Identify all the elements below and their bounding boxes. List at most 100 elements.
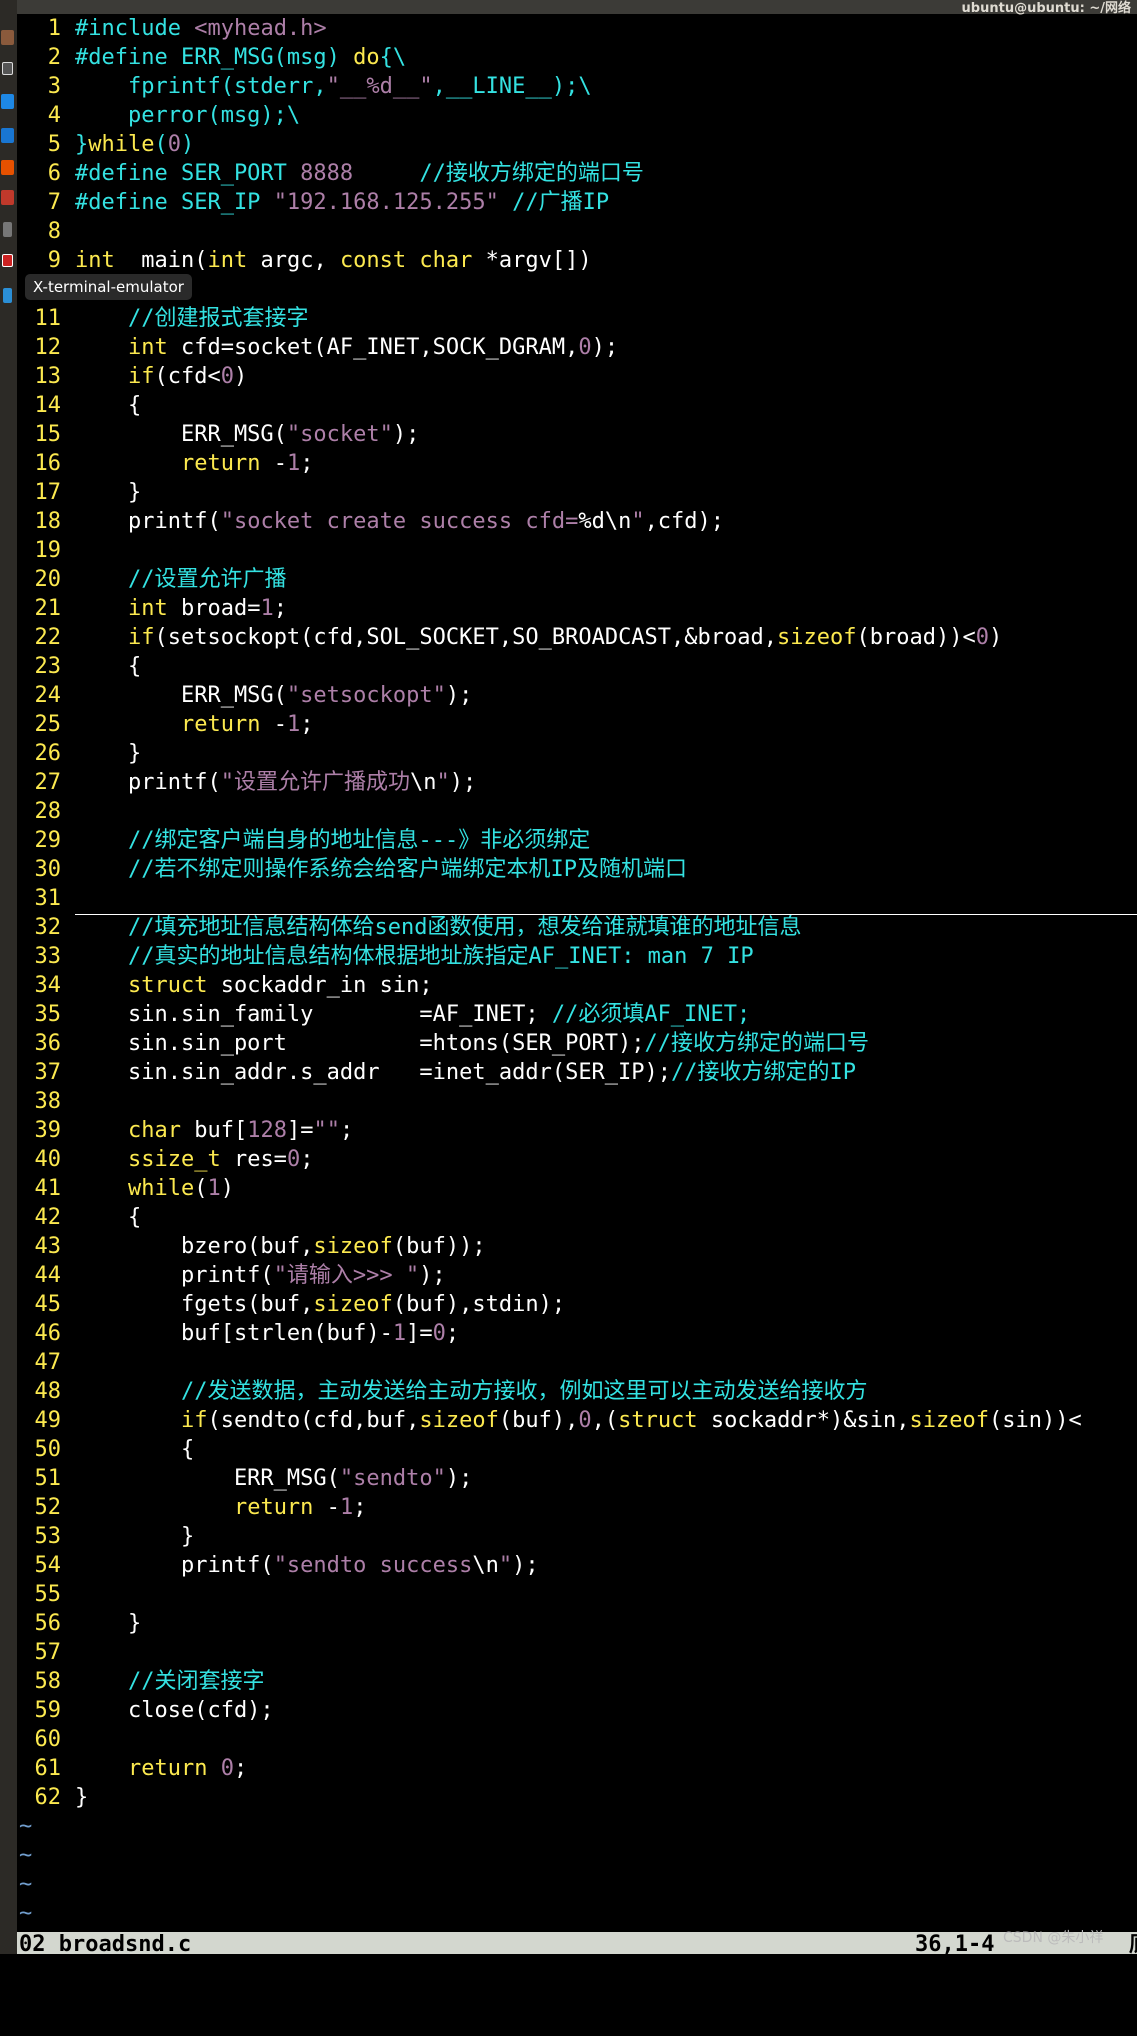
code-line[interactable]: 22 if(setsockopt(cfd,SOL_SOCKET,SO_BROAD… [17,623,1137,652]
code-line[interactable]: 4 perror(msg);\ [17,101,1137,130]
code-line[interactable]: 51 ERR_MSG("sendto"); [17,1464,1137,1493]
code-token: 1 [392,1321,407,1346]
code-line[interactable]: 23 { [17,652,1137,681]
code-line[interactable]: 3 fprintf(stderr,"__%d__",__LINE__);\ [17,72,1137,101]
code-line[interactable]: 50 { [17,1435,1137,1464]
vim-editor[interactable]: 1 #include <myhead.h> 2 #define ERR_MSG(msg… [17,14,1137,1932]
code-line[interactable]: 46 buf[strlen(buf)-1]=0; [17,1319,1137,1348]
code-line[interactable]: 1 #include <myhead.h> [17,14,1137,43]
code-line[interactable]: 43 bzero(buf,sizeof(buf)); [17,1232,1137,1261]
code-line[interactable]: 48 //发送数据，主动发送给主动方接收，例如这里可以主动发送给接收方 [17,1377,1137,1406]
code-line[interactable]: 55 [17,1580,1137,1609]
code-line[interactable]: 61 return 0; [17,1754,1137,1783]
code-line[interactable]: 26 } [17,739,1137,768]
code-token: ; [233,1756,248,1781]
code-line[interactable]: 39 char buf[128]=""; [17,1116,1137,1145]
code-line[interactable]: 17 } [17,478,1137,507]
code-line[interactable]: 28 [17,797,1137,826]
files-icon[interactable] [1,30,14,45]
code-line[interactable]: 49 if(sendto(cfd,buf,sizeof(buf),0,(stru… [17,1406,1137,1435]
code-line[interactable]: 32 //填充地址信息结构体给send函数使用，想发给谁就填谁的地址信息 [17,913,1137,942]
code-line[interactable]: 18 printf("socket create success cfd=%d\… [17,507,1137,536]
code-line[interactable]: 44 printf("请输入>>> "); [17,1261,1137,1290]
code-token: buf[ [180,1118,248,1143]
code-line[interactable]: 7 #define SER_IP "192.168.125.255" //广播IP [17,188,1137,217]
store-icon[interactable] [1,190,14,205]
line-number: 6 [47,161,61,186]
code-token: "设置允许广播成功 [220,770,410,795]
code-line[interactable]: 56 } [17,1609,1137,1638]
settings-icon[interactable] [3,222,12,237]
code-line[interactable]: 37 sin.sin_addr.s_addr =inet_addr(SER_IP… [17,1058,1137,1087]
window-icon[interactable] [2,62,13,75]
code-token: sockaddr*)&sin, [697,1408,910,1433]
code-line[interactable]: 12 int cfd=socket(AF_INET,SOCK_DGRAM,0); [17,333,1137,362]
code-line[interactable]: 30 //若不绑定则操作系统会给客户端绑定本机IP及随机端口 [17,855,1137,884]
code-line[interactable]: 16 return -1; [17,449,1137,478]
code-line[interactable]: 24 ERR_MSG("setsockopt"); [17,681,1137,710]
code-token: struct [127,973,208,998]
code-line[interactable]: 59 close(cfd); [17,1696,1137,1725]
code-text: //设置允许广播 [75,565,287,594]
code-line[interactable]: 47 [17,1348,1137,1377]
code-line[interactable]: 36 sin.sin_port =htons(SER_PORT);//接收方绑定… [17,1029,1137,1058]
code-line[interactable]: 40 ssize_t res=0; [17,1145,1137,1174]
code-token: sockaddr_in sin; [207,973,433,998]
office-icon[interactable] [1,160,14,175]
app-icon[interactable] [1,128,14,143]
code-line[interactable]: 62} [17,1783,1137,1812]
code-line[interactable]: 9 int main(int argc, const char *argv[]) [17,246,1137,275]
code-line[interactable]: 35 sin.sin_family =AF_INET; //必须填AF_INET… [17,1000,1137,1029]
code-line[interactable]: 27 printf("设置允许广播成功\n"); [17,768,1137,797]
code-token: "请输入>>> " [273,1263,420,1288]
code-line[interactable]: 58 //关闭套接字 [17,1667,1137,1696]
terminal-icon[interactable] [2,254,13,267]
code-line[interactable]: 2 #define ERR_MSG(msg) do{\ [17,43,1137,72]
code-line[interactable]: 21 int broad=1; [17,594,1137,623]
code-line[interactable]: 53 } [17,1522,1137,1551]
code-line[interactable]: 54 printf("sendto success\n"); [17,1551,1137,1580]
code-text: { [75,652,141,681]
code-line[interactable]: 25 return -1; [17,710,1137,739]
browser-icon[interactable] [1,94,14,109]
code-token: //接收方绑定的IP [671,1060,857,1085]
code-token: ERR_MSG( [75,683,287,708]
code-line[interactable]: 45 fgets(buf,sizeof(buf),stdin); [17,1290,1137,1319]
code-line[interactable]: 6 #define SER_PORT 8888 //接收方绑定的端口号 [17,159,1137,188]
code-line[interactable]: 57 [17,1638,1137,1667]
code-line[interactable]: 41 while(1) [17,1174,1137,1203]
code-text: perror(msg);\ [75,101,300,130]
code-line[interactable]: 31 [17,884,1137,913]
code-text: return -1; [75,449,313,478]
code-line[interactable]: 33 //真实的地址信息结构体根据地址族指定AF_INET: man 7 IP [17,942,1137,971]
code-line[interactable]: 34 struct sockaddr_in sin; [17,971,1137,1000]
code-line[interactable]: 8 [17,217,1137,246]
code-line[interactable]: 19 [17,536,1137,565]
code-line[interactable]: 11 //创建报式套接字 [17,304,1137,333]
code-token: { [75,1205,142,1230]
code-line[interactable]: 60 [17,1725,1137,1754]
code-line[interactable]: 52 return -1; [17,1493,1137,1522]
status-scroll-percent: 底 [1129,1932,1137,1958]
code-line[interactable]: 20 //设置允许广播 [17,565,1137,594]
code-token: 0 [578,335,592,360]
code-text: buf[strlen(buf)-1]=0; [75,1319,459,1348]
code-text: //若不绑定则操作系统会给客户端绑定本机IP及随机端口 [75,855,687,884]
code-token: 1 [260,596,274,621]
tool-icon[interactable] [3,288,12,303]
code-line[interactable]: 29 //绑定客户端自身的地址信息---》非必须绑定 [17,826,1137,855]
code-token: return [180,451,261,476]
code-line[interactable]: 13 if(cfd<0) [17,362,1137,391]
code-line[interactable]: 42 { [17,1203,1137,1232]
line-number: 1 [47,16,61,41]
code-line[interactable]: 15 ERR_MSG("socket"); [17,420,1137,449]
code-token: const char [339,248,473,273]
code-token: \n [409,770,437,795]
line-number: 45 [34,1292,62,1317]
code-line[interactable]: 38 [17,1087,1137,1116]
code-line[interactable]: 14 { [17,391,1137,420]
line-number: 2 [47,45,61,70]
code-line[interactable]: 5}while(0) [17,130,1137,159]
